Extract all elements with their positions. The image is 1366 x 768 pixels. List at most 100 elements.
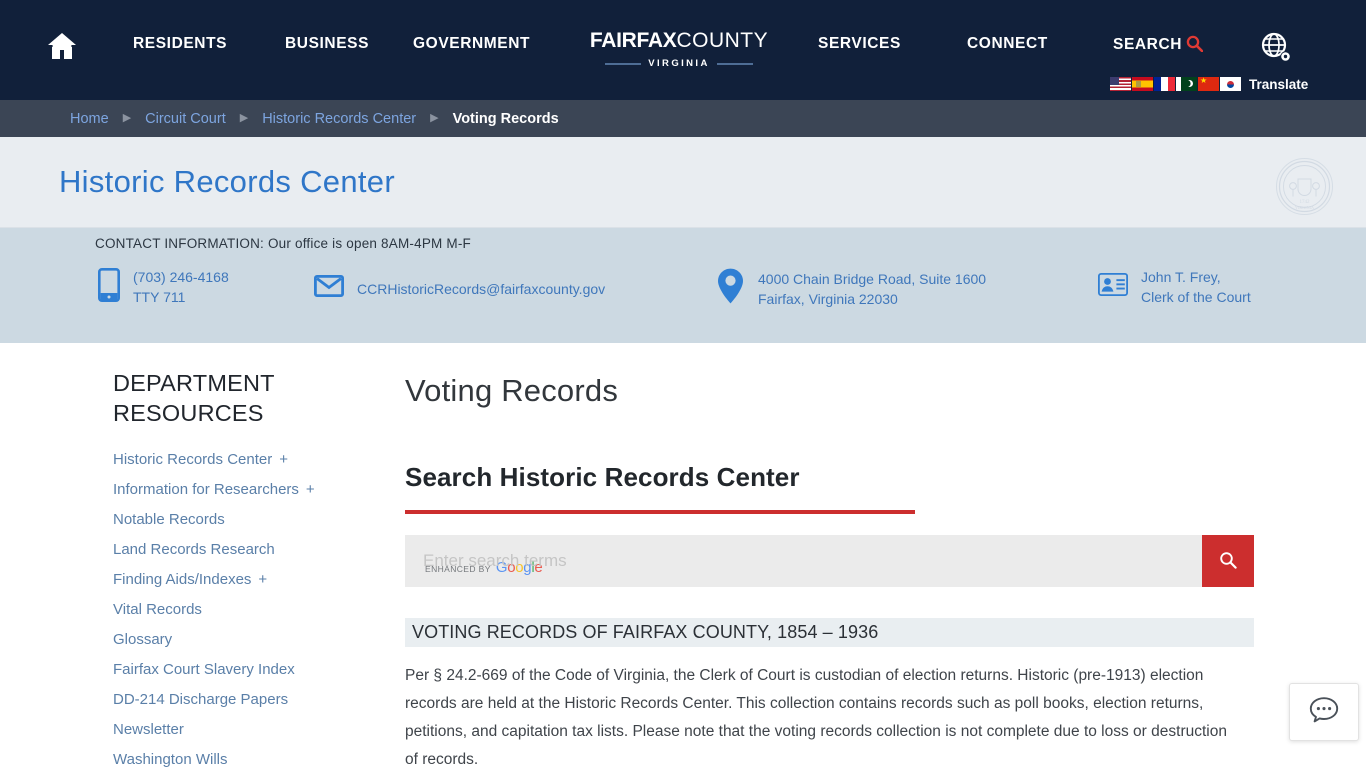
sidebar-item-label: Fairfax Court Slavery Index bbox=[113, 661, 295, 678]
flag-spain-icon[interactable] bbox=[1132, 77, 1153, 91]
sidebar-item-historic-records-center[interactable]: Historic Records Center + bbox=[113, 445, 378, 475]
sidebar-item-fairfax-court-slavery-index[interactable]: Fairfax Court Slavery Index bbox=[113, 655, 378, 685]
nav-item-government[interactable]: GOVERNMENT bbox=[413, 35, 530, 53]
search-icon bbox=[1186, 35, 1204, 52]
contact-email[interactable]: CCRHistoricRecords@fairfaxcounty.gov bbox=[313, 274, 605, 302]
flag-united-states-icon[interactable] bbox=[1110, 77, 1131, 91]
brand-county: COUNTY bbox=[676, 29, 769, 52]
department-resources-sidebar: DEPARTMENT RESOURCES Historic Records Ce… bbox=[113, 368, 378, 768]
expand-plus-icon[interactable]: + bbox=[299, 481, 315, 498]
brand-rule-left bbox=[605, 62, 642, 65]
mobile-phone-icon bbox=[97, 267, 120, 307]
sidebar-item-label: Newsletter bbox=[113, 721, 184, 738]
sidebar-item-land-records-research[interactable]: Land Records Research bbox=[113, 535, 378, 565]
translate-bar[interactable]: Translate bbox=[1110, 76, 1308, 92]
breadcrumb-item-circuit-court[interactable]: Circuit Court bbox=[145, 111, 226, 127]
sidebar-item-label: Land Records Research bbox=[113, 541, 275, 558]
page-title: Historic Records Center bbox=[59, 164, 395, 199]
sidebar-item-label: Vital Records bbox=[113, 601, 202, 618]
search-submit-button[interactable] bbox=[1202, 535, 1254, 587]
brand-subline: VIRGINIA bbox=[581, 58, 777, 69]
sidebar-item-label: Information for Researchers bbox=[113, 481, 299, 498]
sidebar-item-label: Washington Wills bbox=[113, 751, 228, 768]
svg-text:VIRGINIA: VIRGINIA bbox=[1295, 205, 1314, 210]
main-column: Voting Records Search Historic Records C… bbox=[405, 343, 1255, 768]
page-title-band: Historic Records Center 1742 VIRGINIA bbox=[0, 137, 1366, 228]
sidebar-item-label: Historic Records Center bbox=[113, 451, 273, 468]
section-heading-band: VOTING RECORDS OF FAIRFAX COUNTY, 1854 –… bbox=[405, 618, 1254, 647]
search-field-wrapper: ENHANCED BY Google bbox=[405, 535, 1202, 587]
sidebar-item-notable-records[interactable]: Notable Records bbox=[113, 505, 378, 535]
sidebar-heading: DEPARTMENT RESOURCES bbox=[113, 370, 275, 426]
chat-widget-button[interactable] bbox=[1289, 683, 1359, 741]
contact-address[interactable]: 4000 Chain Bridge Road, Suite 1600 Fairf… bbox=[716, 267, 986, 310]
contact-clerk-line1: John T. Frey, bbox=[1141, 269, 1221, 285]
contact-phone-line1: (703) 246-4168 bbox=[133, 269, 229, 285]
breadcrumb: Home ▶ Circuit Court ▶ Historic Records … bbox=[0, 100, 1366, 137]
site-header: RESIDENTS BUSINESS GOVERNMENT FAIRFAXCOU… bbox=[0, 0, 1366, 100]
translate-label[interactable]: Translate bbox=[1249, 77, 1308, 92]
body-paragraph: Per § 24.2-669 of the Code of Virginia, … bbox=[405, 667, 1227, 768]
sidebar-item-label: Notable Records bbox=[113, 511, 225, 528]
sidebar-item-dd-214-discharge-papers[interactable]: DD-214 Discharge Papers bbox=[113, 685, 378, 715]
breadcrumb-item-home[interactable]: Home bbox=[70, 111, 109, 127]
sidebar-item-label: Glossary bbox=[113, 631, 173, 648]
expand-plus-icon[interactable]: + bbox=[272, 451, 288, 468]
contact-heading: CONTACT INFORMATION: Our office is open … bbox=[95, 236, 472, 251]
contact-email-text[interactable]: CCRHistoricRecords@fairfaxcounty.gov bbox=[357, 279, 605, 299]
sidebar-item-glossary[interactable]: Glossary bbox=[113, 625, 378, 655]
sidebar-item-newsletter[interactable]: Newsletter bbox=[113, 715, 378, 745]
breadcrumb-item-historic-records-center[interactable]: Historic Records Center bbox=[262, 111, 416, 127]
breadcrumb-separator-icon: ▶ bbox=[239, 112, 249, 124]
sidebar-item-vital-records[interactable]: Vital Records bbox=[113, 595, 378, 625]
section-heading-text: VOTING RECORDS OF FAIRFAX COUNTY, 1854 –… bbox=[412, 622, 879, 642]
home-icon[interactable] bbox=[46, 31, 78, 61]
contact-phone-text: (703) 246-4168 TTY 711 bbox=[133, 267, 229, 307]
translate-globe-icon[interactable] bbox=[1257, 30, 1295, 66]
contact-clerk-text: John T. Frey, Clerk of the Court bbox=[1141, 267, 1251, 307]
nav-search-label: SEARCH bbox=[1113, 36, 1183, 53]
search-icon bbox=[1219, 551, 1237, 572]
envelope-icon bbox=[313, 274, 345, 302]
site-logo[interactable]: FAIRFAXCOUNTY VIRGINIA bbox=[581, 30, 777, 69]
breadcrumb-item-current: Voting Records bbox=[452, 110, 559, 127]
flag-pakistan-icon[interactable] bbox=[1176, 77, 1197, 91]
contact-clerk[interactable]: John T. Frey, Clerk of the Court bbox=[1097, 267, 1251, 307]
brand-rule-right bbox=[716, 62, 753, 65]
sidebar-item-finding-aids-indexes[interactable]: Finding Aids/Indexes + bbox=[113, 565, 378, 595]
flag-france-icon[interactable] bbox=[1154, 77, 1175, 91]
contact-address-text: 4000 Chain Bridge Road, Suite 1600 Fairf… bbox=[758, 269, 986, 309]
search-box: ENHANCED BY Google bbox=[405, 535, 1254, 587]
sidebar-item-label: DD-214 Discharge Papers bbox=[113, 691, 289, 708]
search-heading-underline bbox=[405, 510, 915, 514]
search-input[interactable] bbox=[405, 535, 1202, 587]
nav-item-search[interactable]: SEARCH bbox=[1113, 35, 1204, 54]
sidebar-item-washington-wills[interactable]: Washington Wills bbox=[113, 745, 378, 768]
nav-item-connect[interactable]: CONNECT bbox=[967, 35, 1048, 53]
contact-phone-line2: TTY 711 bbox=[133, 289, 186, 305]
brand-fairfax: FAIRFAX bbox=[589, 29, 677, 52]
expand-plus-icon[interactable]: + bbox=[251, 571, 267, 588]
sidebar-item-label: Finding Aids/Indexes bbox=[113, 571, 252, 588]
county-seal-icon: 1742 VIRGINIA bbox=[1276, 158, 1333, 215]
flag-south-korea-icon[interactable] bbox=[1220, 77, 1241, 91]
breadcrumb-separator-icon: ▶ bbox=[430, 112, 439, 124]
nav-item-services[interactable]: SERVICES bbox=[818, 35, 901, 53]
chat-bubble-icon bbox=[1309, 696, 1339, 728]
brand-virginia: VIRGINIA bbox=[648, 58, 710, 69]
id-card-icon bbox=[1097, 272, 1129, 301]
page-content: DEPARTMENT RESOURCES Historic Records Ce… bbox=[0, 343, 1366, 768]
sidebar-item-information-for-researchers[interactable]: Information for Researchers + bbox=[113, 475, 378, 505]
nav-item-business[interactable]: BUSINESS bbox=[285, 35, 369, 53]
contact-address-line2: Fairfax, Virginia 22030 bbox=[758, 290, 898, 307]
contact-address-line1: 4000 Chain Bridge Road, Suite 1600 bbox=[758, 270, 987, 287]
contact-clerk-line2: Clerk of the Court bbox=[1141, 289, 1251, 305]
contact-information-bar: CONTACT INFORMATION: Our office is open … bbox=[0, 228, 1366, 343]
search-section-heading: Search Historic Records Center bbox=[405, 462, 800, 492]
flag-china-icon[interactable] bbox=[1198, 77, 1219, 91]
breadcrumb-separator-icon: ▶ bbox=[122, 112, 132, 124]
contact-phone[interactable]: (703) 246-4168 TTY 711 bbox=[97, 267, 229, 307]
main-page-heading: Voting Records bbox=[405, 373, 619, 408]
contact-items: (703) 246-4168 TTY 711 CCRHistoricRecord… bbox=[0, 261, 1366, 321]
nav-item-residents[interactable]: RESIDENTS bbox=[133, 35, 227, 53]
